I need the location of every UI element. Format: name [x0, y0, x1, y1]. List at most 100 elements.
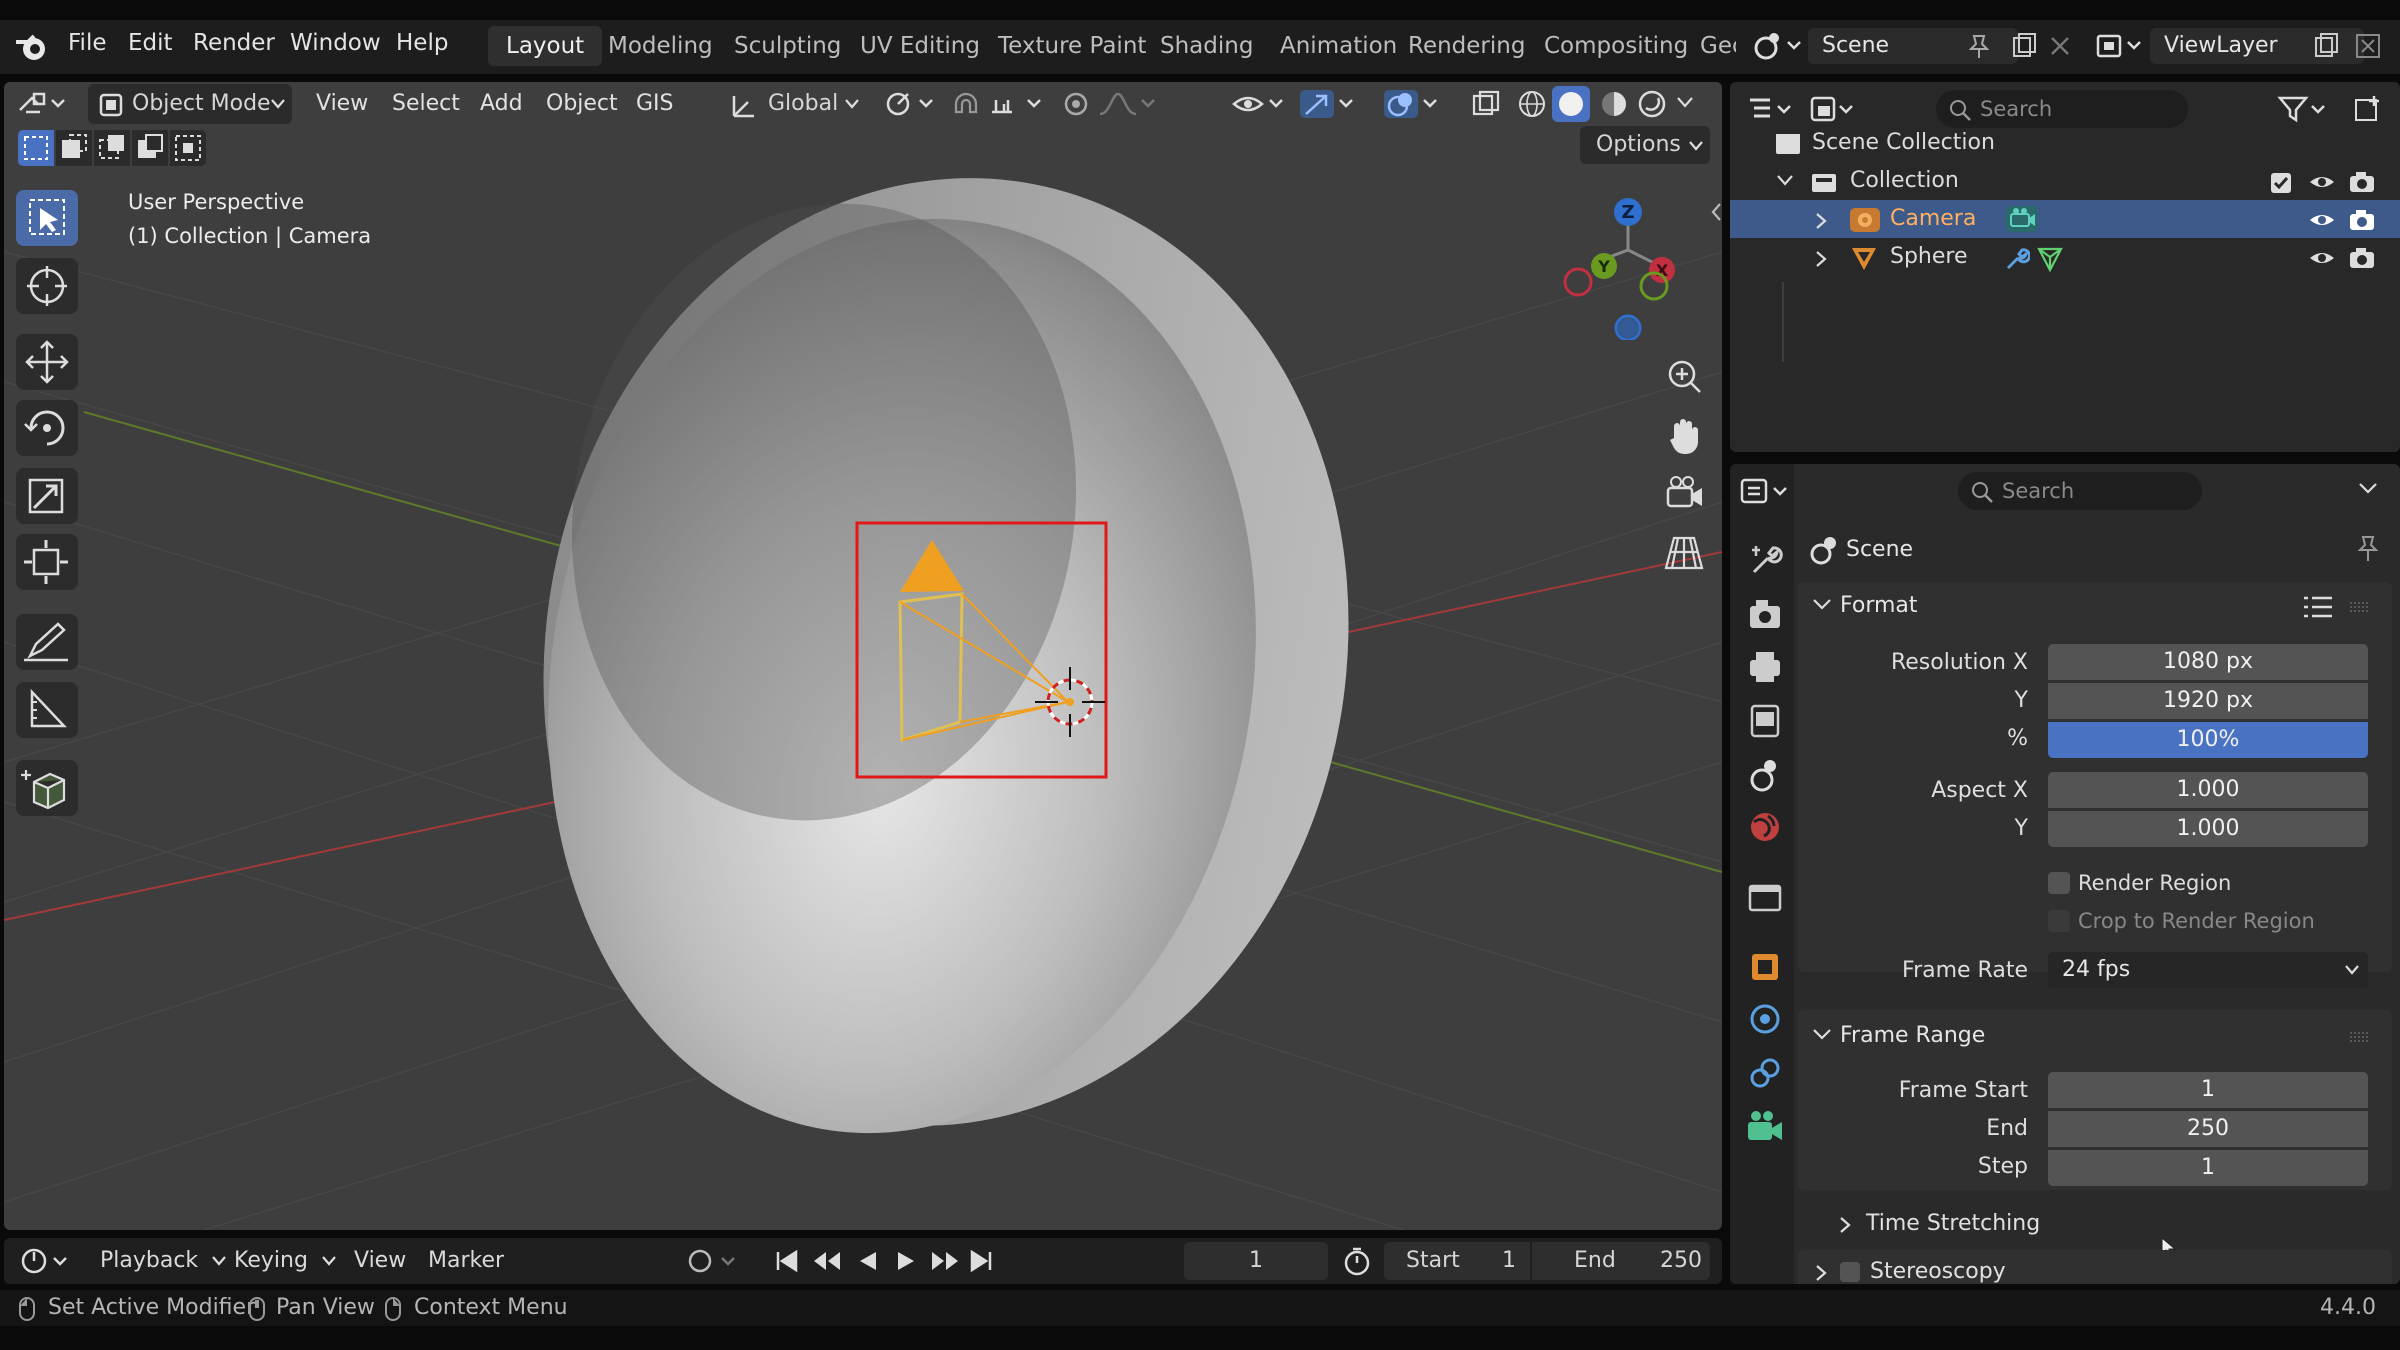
- transform-orientation-selector[interactable]: Global: [722, 84, 864, 124]
- menu-help[interactable]: Help: [396, 30, 448, 56]
- proportional-editing-icon[interactable]: [1060, 88, 1160, 120]
- frame-end-field[interactable]: 250: [2048, 1111, 2368, 1147]
- solid-shading-icon[interactable]: [1552, 86, 1590, 122]
- play-reverse-icon[interactable]: [854, 1248, 882, 1274]
- blender-logo-icon[interactable]: [14, 32, 50, 62]
- render-region-checkbox[interactable]: [2048, 872, 2070, 894]
- scene-selector-icon[interactable]: [1752, 30, 1804, 62]
- select-extend-icon[interactable]: [56, 130, 92, 166]
- outliner-row-sphere[interactable]: Sphere: [1730, 238, 2400, 276]
- transform-tool[interactable]: [16, 534, 78, 590]
- visibility-selector-icon[interactable]: [1230, 88, 1290, 120]
- resolution-y-field[interactable]: 1920 px: [2048, 683, 2368, 719]
- viewport-menu-view[interactable]: View: [316, 86, 368, 122]
- view-layer-icon[interactable]: [2094, 30, 2146, 62]
- collection-tab-icon[interactable]: [1742, 874, 1788, 920]
- delete-view-layer-icon[interactable]: [2354, 32, 2382, 60]
- camera-data-icon[interactable]: [2004, 204, 2040, 234]
- scene-tab-icon[interactable]: [1742, 752, 1788, 798]
- chevron-right-icon[interactable]: [1814, 212, 1828, 230]
- mesh-data-icon[interactable]: [2036, 246, 2064, 272]
- perspective-toggle-button[interactable]: [1658, 526, 1710, 578]
- eye-icon[interactable]: [2308, 172, 2336, 192]
- playback-menu[interactable]: Playback: [100, 1242, 227, 1280]
- 3d-viewport[interactable]: Object Mode View Select Add Object GIS G…: [4, 82, 1722, 1230]
- auto-keying-icon[interactable]: [684, 1246, 744, 1276]
- jump-to-keyframe-next-icon[interactable]: [928, 1248, 962, 1274]
- crop-region-checkbox[interactable]: [2048, 910, 2070, 932]
- outliner-editor-type-icon[interactable]: [1746, 94, 1798, 124]
- sidebar-toggle-icon[interactable]: [1710, 202, 1722, 226]
- viewport-menu-gis[interactable]: GIS: [636, 86, 674, 122]
- select-new-icon[interactable]: [18, 130, 54, 166]
- overlays-toggle-icon[interactable]: [1382, 88, 1442, 120]
- new-scene-icon[interactable]: [2010, 32, 2038, 60]
- shading-options-icon[interactable]: [1676, 96, 1694, 110]
- chevron-down-icon[interactable]: [1776, 174, 1794, 188]
- camera-render-icon[interactable]: [2348, 246, 2376, 270]
- pin-icon[interactable]: [2354, 534, 2382, 564]
- tab-geometry-nodes[interactable]: Geo: [1682, 26, 1736, 66]
- delete-scene-icon[interactable]: [2048, 34, 2072, 58]
- select-box-tool[interactable]: [16, 190, 78, 246]
- pan-view-button[interactable]: [1658, 410, 1710, 462]
- filter-icon[interactable]: [2276, 94, 2332, 124]
- object-tab-icon[interactable]: [1742, 944, 1788, 990]
- tab-modeling[interactable]: Modeling: [590, 26, 731, 66]
- navigation-gizmo[interactable]: Z Y X: [1544, 190, 1684, 340]
- keying-menu[interactable]: Keying: [234, 1242, 337, 1280]
- material-preview-icon[interactable]: [1598, 88, 1630, 120]
- wireframe-shading-icon[interactable]: [1516, 88, 1548, 120]
- eye-icon[interactable]: [2308, 248, 2336, 268]
- view-layer-tab-icon[interactable]: [1742, 698, 1788, 744]
- menu-file[interactable]: File: [68, 30, 107, 56]
- frame-step-field[interactable]: 1: [2048, 1150, 2368, 1186]
- measure-tool[interactable]: [16, 682, 78, 738]
- world-tab-icon[interactable]: [1742, 804, 1788, 850]
- viewport-menu-object[interactable]: Object: [546, 86, 618, 122]
- tab-rendering[interactable]: Rendering: [1390, 26, 1543, 66]
- options-dropdown[interactable]: Options: [1580, 126, 1710, 164]
- gizmo-toggle-icon[interactable]: [1298, 88, 1358, 120]
- pivot-point-icon[interactable]: [884, 88, 940, 120]
- select-intersect-icon[interactable]: [170, 130, 206, 166]
- render-tab-icon[interactable]: [1742, 592, 1788, 638]
- drag-handle-icon[interactable]: [2348, 1030, 2370, 1044]
- resolution-x-field[interactable]: 1080 px: [2048, 644, 2368, 680]
- annotate-tool[interactable]: [16, 614, 78, 670]
- jump-to-end-icon[interactable]: [968, 1248, 996, 1274]
- chevron-down-icon[interactable]: [1812, 1028, 1832, 1042]
- pin-icon[interactable]: [1966, 33, 1992, 59]
- mode-selector[interactable]: Object Mode: [88, 84, 292, 124]
- timeline-marker-menu[interactable]: Marker: [428, 1242, 504, 1280]
- tab-shading[interactable]: Shading: [1142, 26, 1271, 66]
- move-tool[interactable]: [16, 334, 78, 390]
- output-tab-icon[interactable]: [1742, 644, 1788, 690]
- outliner-scene-collection-row[interactable]: Scene Collection: [1730, 124, 2400, 162]
- drag-handle-icon[interactable]: [2348, 600, 2370, 614]
- select-subtract-icon[interactable]: [94, 130, 130, 166]
- constraints-tab-icon[interactable]: [1742, 1050, 1788, 1096]
- resolution-percent-slider[interactable]: 100%: [2048, 722, 2368, 758]
- end-frame-field[interactable]: End 250: [1532, 1242, 1710, 1280]
- aspect-x-field[interactable]: 1.000: [2048, 772, 2368, 808]
- tab-uv-editing[interactable]: UV Editing: [842, 26, 998, 66]
- frame-rate-dropdown[interactable]: 24 fps: [2048, 952, 2368, 988]
- properties-search-input[interactable]: Search: [1958, 472, 2202, 510]
- viewport-menu-add[interactable]: Add: [480, 86, 523, 122]
- menu-window[interactable]: Window: [290, 30, 381, 56]
- frame-range-panel-title[interactable]: Frame Range: [1840, 1018, 1985, 1054]
- camera-data-tab-icon[interactable]: [1742, 1104, 1788, 1150]
- jump-to-keyframe-prev-icon[interactable]: [810, 1248, 844, 1274]
- eye-icon[interactable]: [2308, 210, 2336, 230]
- viewport-scene[interactable]: [4, 82, 1722, 1230]
- stereoscopy-label[interactable]: Stereoscopy: [1870, 1256, 2006, 1284]
- xray-toggle-icon[interactable]: [1470, 88, 1502, 120]
- stopwatch-icon[interactable]: [1342, 1246, 1372, 1276]
- format-panel-title[interactable]: Format: [1840, 588, 1918, 624]
- start-frame-field[interactable]: Start 1: [1384, 1242, 1530, 1280]
- aspect-y-field[interactable]: 1.000: [2048, 811, 2368, 847]
- presets-list-icon[interactable]: [2302, 594, 2334, 620]
- new-view-layer-icon[interactable]: [2312, 32, 2340, 60]
- outliner-search-input[interactable]: Search: [1936, 90, 2188, 128]
